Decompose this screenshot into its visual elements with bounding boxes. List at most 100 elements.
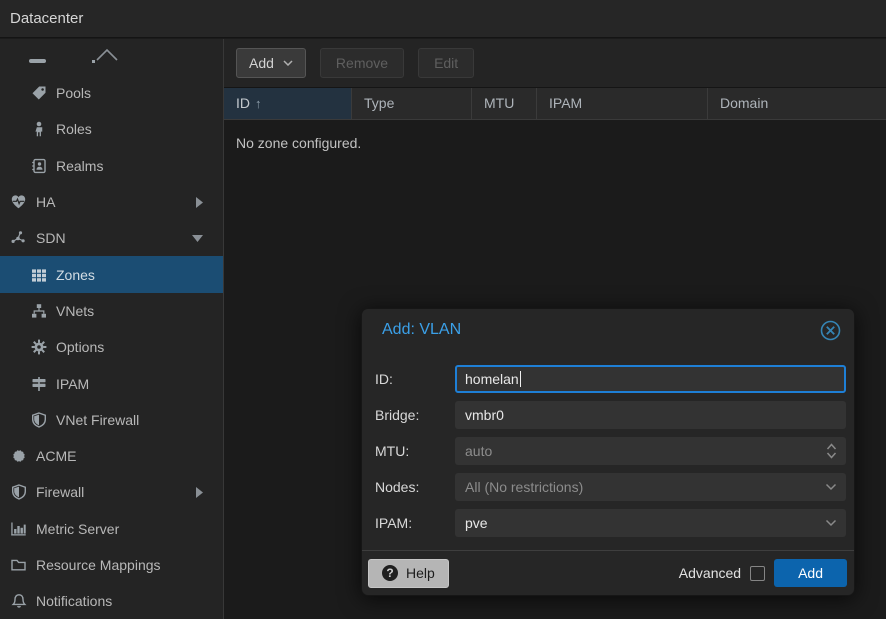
shield-icon bbox=[30, 411, 47, 428]
sidebar-item-label: Realms bbox=[56, 158, 103, 174]
add-vlan-dialog: Add: VLAN ID: homelan Bridge: vmbr0 MTU:… bbox=[361, 308, 855, 596]
caret-down-icon[interactable] bbox=[192, 235, 203, 242]
nodes-field-label: Nodes: bbox=[375, 479, 455, 495]
edit-button[interactable]: Edit bbox=[418, 48, 474, 78]
sort-asc-icon: ↑ bbox=[255, 96, 262, 111]
mtu-spinner[interactable]: auto bbox=[455, 437, 846, 465]
column-header-id[interactable]: ID↑ bbox=[224, 88, 352, 119]
sidebar-item-label: IPAM bbox=[56, 376, 89, 392]
edit-button-label: Edit bbox=[434, 55, 458, 71]
ipam-dropdown[interactable]: pve bbox=[455, 509, 846, 537]
chevron-down-icon[interactable] bbox=[825, 509, 837, 537]
sidebar-item-roles[interactable]: Roles bbox=[0, 111, 223, 147]
caret-right-icon[interactable] bbox=[196, 487, 203, 498]
tag-icon bbox=[30, 85, 47, 102]
dialog-add-button[interactable]: Add bbox=[774, 559, 847, 587]
field-row-nodes: Nodes: All (No restrictions) bbox=[375, 473, 846, 501]
ipam-field-label: IPAM: bbox=[375, 515, 455, 531]
bridge-field-label: Bridge: bbox=[375, 407, 455, 423]
sidebar-item-label: Roles bbox=[56, 121, 92, 137]
advanced-checkbox[interactable] bbox=[750, 566, 765, 581]
sidebar-item-zones[interactable]: Zones bbox=[0, 256, 223, 292]
field-row-mtu: MTU: auto bbox=[375, 437, 846, 465]
sidebar-item-notifications[interactable]: Notifications bbox=[0, 583, 223, 619]
bridge-input[interactable]: vmbr0 bbox=[455, 401, 846, 429]
gear-icon bbox=[30, 339, 47, 356]
dialog-add-button-label: Add bbox=[798, 565, 823, 581]
sidebar-item-resource-mappings[interactable]: Resource Mappings bbox=[0, 547, 223, 583]
network-nodes-icon bbox=[10, 230, 27, 247]
sidebar-item-metric-server[interactable]: Metric Server bbox=[0, 511, 223, 547]
dialog-footer: ? Help Advanced Add bbox=[362, 550, 854, 595]
zones-toolbar: Add Remove Edit bbox=[224, 39, 886, 88]
page-title: Datacenter bbox=[10, 0, 83, 38]
bar-chart-icon bbox=[10, 520, 27, 537]
help-button-label: Help bbox=[406, 565, 435, 581]
bell-icon bbox=[10, 593, 27, 610]
sidebar-item-ipam[interactable]: IPAM bbox=[0, 365, 223, 401]
caret-right-icon[interactable] bbox=[196, 197, 203, 208]
sidebar-tree: Pools Roles Realms HA SDN bbox=[0, 39, 224, 619]
partial-icon bbox=[29, 59, 46, 63]
sidebar-item-options[interactable]: Options bbox=[0, 329, 223, 365]
add-button[interactable]: Add bbox=[236, 48, 306, 78]
advanced-label: Advanced bbox=[679, 565, 741, 581]
sidebar-item-label: Zones bbox=[56, 267, 95, 283]
field-row-bridge: Bridge: vmbr0 bbox=[375, 401, 846, 429]
sidebar-item-label: Options bbox=[56, 339, 104, 355]
mtu-field-label: MTU: bbox=[375, 443, 455, 459]
nodes-placeholder: All (No restrictions) bbox=[465, 479, 583, 495]
column-header-domain[interactable]: Domain bbox=[708, 88, 886, 119]
top-bar: Datacenter bbox=[0, 0, 886, 38]
sidebar-item-label: ACME bbox=[36, 448, 76, 464]
sidebar-item-partial[interactable] bbox=[0, 39, 223, 75]
chevron-down-icon bbox=[283, 60, 293, 66]
shield-icon bbox=[10, 484, 27, 501]
id-field-label: ID: bbox=[375, 371, 455, 387]
id-input-value: homelan bbox=[465, 371, 519, 387]
heartbeat-icon bbox=[10, 194, 27, 211]
folder-icon bbox=[10, 557, 27, 574]
mtu-placeholder: auto bbox=[465, 443, 492, 459]
person-icon bbox=[30, 121, 47, 138]
table-header: ID↑ Type MTU IPAM Domain bbox=[224, 88, 886, 120]
bridge-input-value: vmbr0 bbox=[465, 407, 504, 423]
nodes-dropdown[interactable]: All (No restrictions) bbox=[455, 473, 846, 501]
help-button[interactable]: ? Help bbox=[368, 559, 449, 588]
sidebar-item-vnets[interactable]: VNets bbox=[0, 293, 223, 329]
field-row-id: ID: homelan bbox=[375, 365, 846, 393]
remove-button[interactable]: Remove bbox=[320, 48, 404, 78]
sidebar-item-label: VNet Firewall bbox=[56, 412, 139, 428]
sidebar-item-label: VNets bbox=[56, 303, 94, 319]
sidebar-item-realms[interactable]: Realms bbox=[0, 148, 223, 184]
sidebar-item-ha[interactable]: HA bbox=[0, 184, 223, 220]
signpost-icon bbox=[30, 375, 47, 392]
sidebar-item-label: Notifications bbox=[36, 593, 112, 609]
dialog-header[interactable]: Add: VLAN bbox=[362, 309, 854, 353]
sidebar-item-label: HA bbox=[36, 194, 55, 210]
id-input[interactable]: homelan bbox=[455, 365, 846, 393]
sidebar-item-pools[interactable]: Pools bbox=[0, 75, 223, 111]
ipam-dropdown-value: pve bbox=[465, 515, 488, 531]
spinner-up-down-icon[interactable] bbox=[826, 437, 837, 465]
close-icon[interactable] bbox=[820, 320, 841, 341]
field-row-ipam: IPAM: pve bbox=[375, 509, 846, 537]
address-book-icon bbox=[30, 157, 47, 174]
sidebar-item-firewall[interactable]: Firewall bbox=[0, 474, 223, 510]
grid-icon bbox=[30, 266, 47, 283]
chevron-down-icon[interactable] bbox=[825, 473, 837, 501]
dialog-title: Add: VLAN bbox=[382, 321, 461, 339]
partial-text-fragment bbox=[92, 60, 95, 63]
question-circle-icon: ? bbox=[382, 565, 398, 581]
add-button-label: Add bbox=[249, 55, 274, 71]
column-header-ipam[interactable]: IPAM bbox=[537, 88, 708, 119]
column-header-type[interactable]: Type bbox=[352, 88, 472, 119]
sidebar-item-vnet-firewall[interactable]: VNet Firewall bbox=[0, 402, 223, 438]
sidebar-item-label: Resource Mappings bbox=[36, 557, 161, 573]
column-header-mtu[interactable]: MTU bbox=[472, 88, 537, 119]
sidebar-item-label: Pools bbox=[56, 85, 91, 101]
certificate-icon bbox=[10, 448, 27, 465]
remove-button-label: Remove bbox=[336, 55, 388, 71]
sidebar-item-sdn[interactable]: SDN bbox=[0, 220, 223, 256]
sidebar-item-acme[interactable]: ACME bbox=[0, 438, 223, 474]
